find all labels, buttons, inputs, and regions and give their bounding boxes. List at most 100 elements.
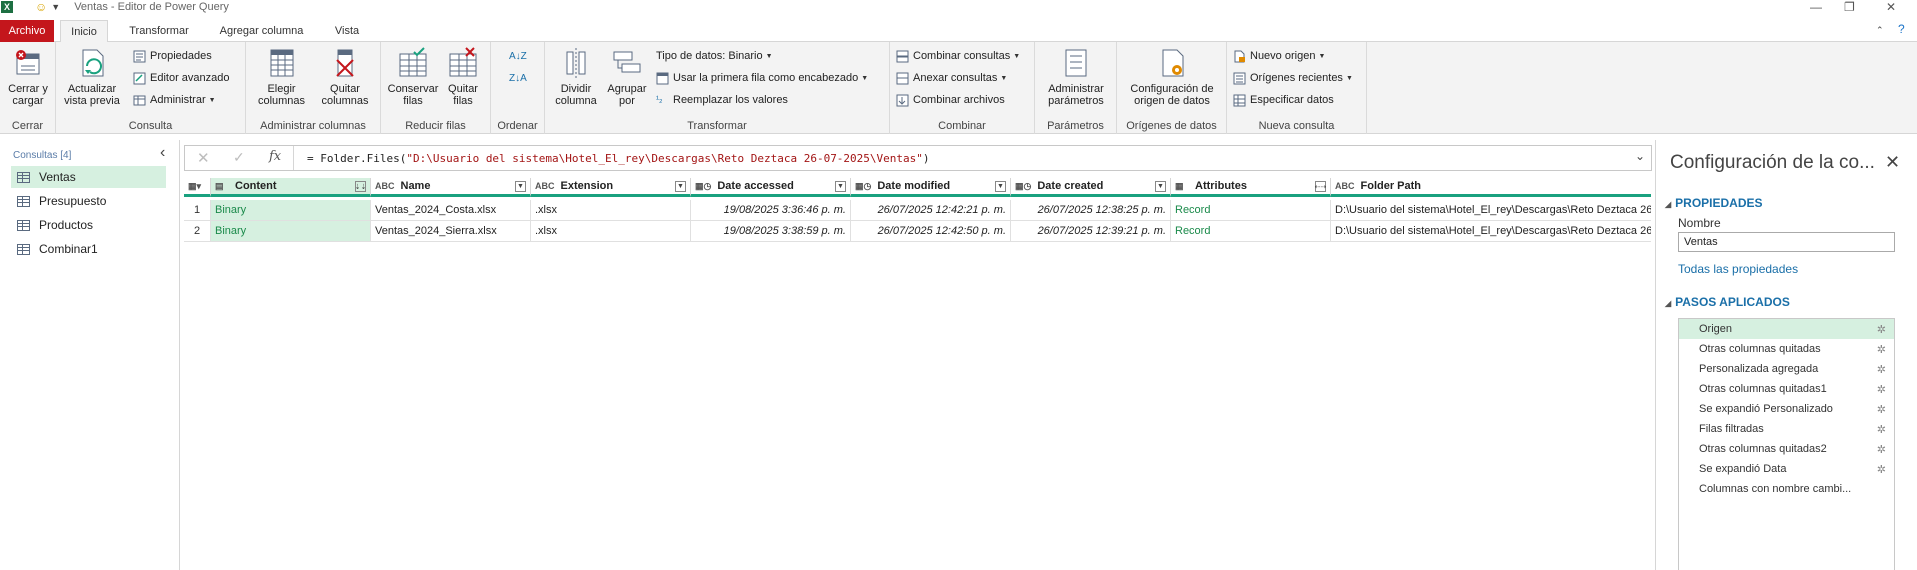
choose-columns-button[interactable]: Elegir columnas <box>254 46 309 107</box>
combine-files-button[interactable]: Combinar archivos <box>896 92 1005 108</box>
step-item[interactable]: Otras columnas quitadas1 ✲ <box>1679 379 1894 399</box>
fx-icon[interactable]: fx <box>269 149 281 164</box>
recent-sources-button[interactable]: Orígenes recientes ▼ <box>1233 70 1353 86</box>
gear-icon[interactable]: ✲ <box>1877 323 1886 336</box>
column-header-date-created[interactable]: ▦◷ Date created ▼ <box>1011 178 1171 197</box>
expand-formula-icon[interactable]: ⌄ <box>1635 149 1645 163</box>
gear-icon[interactable]: ✲ <box>1877 443 1886 456</box>
advanced-editor-button[interactable]: Editor avanzado <box>133 70 230 86</box>
keep-rows-button[interactable]: Conservar filas <box>387 46 439 107</box>
filter-dropdown-icon[interactable]: ▼ <box>995 181 1006 192</box>
cell-date-created[interactable]: 26/07/2025 12:39:21 p. m. <box>1011 221 1171 242</box>
step-item[interactable]: Personalizada agregada ✲ <box>1679 359 1894 379</box>
quick-access-dropdown-icon[interactable]: ▼ <box>51 2 60 12</box>
column-header-date-accessed[interactable]: ▦◷ Date accessed ▼ <box>691 178 851 197</box>
formula-input[interactable]: = Folder.Files("D:\Usuario del sistema\H… <box>307 152 930 165</box>
gear-icon[interactable]: ✲ <box>1877 343 1886 356</box>
commit-formula-icon[interactable]: ✓ <box>233 149 245 166</box>
refresh-preview-button[interactable]: Actualizar vista previa <box>62 46 122 107</box>
group-by-button[interactable]: Agrupar por <box>605 46 649 107</box>
close-load-button[interactable]: Cerrar y cargar <box>3 46 53 107</box>
gear-icon[interactable]: ✲ <box>1877 403 1886 416</box>
cell-attributes-record[interactable]: Record <box>1171 221 1331 242</box>
tab-inicio[interactable]: Inicio <box>60 20 108 43</box>
tab-archivo[interactable]: Archivo <box>0 20 54 42</box>
cell-content-binary[interactable]: Binary <box>211 221 371 242</box>
query-item-productos[interactable]: Productos <box>11 214 166 236</box>
tab-vista[interactable]: Vista <box>327 20 367 42</box>
filter-dropdown-icon[interactable]: ▼ <box>515 181 526 192</box>
restore-button[interactable]: ❐ <box>1844 0 1855 14</box>
step-item[interactable]: Se expandió Data ✲ <box>1679 459 1894 479</box>
remove-columns-button[interactable]: Quitar columnas <box>316 46 374 107</box>
close-settings-icon[interactable]: ✕ <box>1885 152 1900 173</box>
step-item[interactable]: Otras columnas quitadas ✲ <box>1679 339 1894 359</box>
column-header-date-modified[interactable]: ▦◷ Date modified ▼ <box>851 178 1011 197</box>
step-item[interactable]: Otras columnas quitadas2 ✲ <box>1679 439 1894 459</box>
tab-agregar-columna[interactable]: Agregar columna <box>210 20 313 42</box>
cell-attributes-record[interactable]: Record <box>1171 200 1331 221</box>
collapse-queries-icon[interactable]: ‹ <box>160 144 165 162</box>
cell-folder-path[interactable]: D:\Usuario del sistema\Hotel_El_rey\Desc… <box>1331 200 1651 221</box>
collapse-ribbon-icon[interactable]: ⌃ <box>1876 25 1884 36</box>
sort-ascending-icon[interactable]: A↓Z <box>509 48 527 64</box>
split-column-button[interactable]: Dividir columna <box>549 46 603 107</box>
step-item[interactable]: Se expandió Personalizado ✲ <box>1679 399 1894 419</box>
all-properties-link[interactable]: Todas las propiedades <box>1678 262 1798 276</box>
gear-icon[interactable]: ✲ <box>1877 423 1886 436</box>
column-header-content[interactable]: ▤ Content ⇣⇣ <box>211 178 371 197</box>
query-item-combinar1[interactable]: Combinar1 <box>11 238 166 260</box>
step-item[interactable]: Filas filtradas ✲ <box>1679 419 1894 439</box>
column-header-extension[interactable]: ABC Extension ▼ <box>531 178 691 197</box>
gear-icon[interactable]: ✲ <box>1877 463 1886 476</box>
table-menu-button[interactable]: ▦▾ <box>184 178 211 197</box>
data-source-settings-button[interactable]: Configuración de origen de datos <box>1121 46 1223 107</box>
manage-parameters-button[interactable]: Administrar parámetros <box>1039 46 1113 107</box>
query-item-presupuesto[interactable]: Presupuesto <box>11 190 166 212</box>
minimize-button[interactable]: — <box>1810 0 1822 14</box>
column-header-attributes[interactable]: ▦ Attributes ⇠⇢ <box>1171 178 1331 197</box>
gear-icon[interactable]: ✲ <box>1877 363 1886 376</box>
cancel-formula-icon[interactable]: ✕ <box>197 149 210 167</box>
merge-queries-button[interactable]: Combinar consultas ▼ <box>896 48 1020 64</box>
expand-column-icon[interactable]: ⇠⇢ <box>1315 181 1326 192</box>
cell-date-accessed[interactable]: 19/08/2025 3:36:46 p. m. <box>691 200 851 221</box>
query-name-input[interactable] <box>1678 232 1895 252</box>
cell-folder-path[interactable]: D:\Usuario del sistema\Hotel_El_rey\Desc… <box>1331 221 1651 242</box>
tab-transformar[interactable]: Transformar <box>119 20 199 42</box>
help-icon[interactable]: ? <box>1898 22 1905 36</box>
cell-extension[interactable]: .xlsx <box>531 200 691 221</box>
filter-dropdown-icon[interactable]: ▼ <box>835 181 846 192</box>
gear-icon[interactable]: ✲ <box>1877 383 1886 396</box>
cell-name[interactable]: Ventas_2024_Sierra.xlsx <box>371 221 531 242</box>
cell-name[interactable]: Ventas_2024_Costa.xlsx <box>371 200 531 221</box>
sort-descending-icon[interactable]: Z↓A <box>509 70 527 86</box>
properties-section[interactable]: ◢ PROPIEDADES <box>1665 196 1763 210</box>
filter-dropdown-icon[interactable]: ▼ <box>1155 181 1166 192</box>
query-item-ventas[interactable]: Ventas <box>11 166 166 188</box>
applied-steps-section[interactable]: ◢ PASOS APLICADOS <box>1665 295 1790 309</box>
data-type-dropdown[interactable]: Tipo de datos: Binario ▼ <box>656 48 773 64</box>
filter-dropdown-icon[interactable]: ▼ <box>675 181 686 192</box>
properties-button[interactable]: Propiedades <box>133 48 212 64</box>
cell-content-binary[interactable]: Binary <box>211 200 371 221</box>
step-item[interactable]: Columnas con nombre cambi... <box>1679 479 1894 499</box>
new-source-button[interactable]: Nuevo origen ▼ <box>1233 48 1325 64</box>
enter-data-button[interactable]: Especificar datos <box>1233 92 1334 108</box>
expand-column-icon[interactable]: ⇣⇣ <box>355 181 366 192</box>
cell-extension[interactable]: .xlsx <box>531 221 691 242</box>
smiley-feedback-icon[interactable]: ☺ <box>35 0 47 14</box>
column-header-name[interactable]: ABC Name ▼ <box>371 178 531 197</box>
replace-values-button[interactable]: ¹₂ Reemplazar los valores <box>656 92 788 108</box>
manage-button[interactable]: Administrar ▼ <box>133 92 216 108</box>
append-queries-button[interactable]: Anexar consultas ▼ <box>896 70 1007 86</box>
cell-date-modified[interactable]: 26/07/2025 12:42:50 p. m. <box>851 221 1011 242</box>
column-header-folder-path[interactable]: ABC Folder Path <box>1331 178 1651 197</box>
step-item[interactable]: Origen ✲ <box>1679 319 1894 339</box>
cell-date-modified[interactable]: 26/07/2025 12:42:21 p. m. <box>851 200 1011 221</box>
cell-date-created[interactable]: 26/07/2025 12:38:25 p. m. <box>1011 200 1171 221</box>
use-first-row-headers-button[interactable]: Usar la primera fila como encabezado ▼ <box>656 70 868 86</box>
close-window-button[interactable]: ✕ <box>1886 0 1896 14</box>
remove-rows-button[interactable]: Quitar filas <box>441 46 485 107</box>
cell-date-accessed[interactable]: 19/08/2025 3:38:59 p. m. <box>691 221 851 242</box>
